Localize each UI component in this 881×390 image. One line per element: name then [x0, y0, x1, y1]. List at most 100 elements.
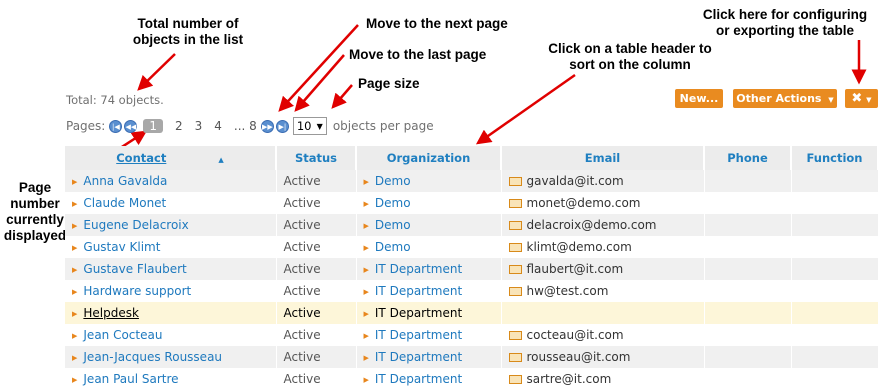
cell-email: flaubert@it.com: [501, 258, 705, 280]
email-value: rousseau@it.com: [526, 350, 631, 364]
cell-function: [791, 258, 879, 280]
cell-email: hw@test.com: [501, 280, 705, 302]
cell-function: [791, 236, 879, 258]
email-value: klimt@demo.com: [526, 240, 632, 254]
cell-function: [791, 192, 879, 214]
contact-link[interactable]: Gustav Klimt: [83, 240, 160, 254]
cell-function: [791, 214, 879, 236]
organization-link[interactable]: Demo: [375, 174, 411, 188]
bullet-icon: ▶: [72, 310, 78, 318]
organization-link[interactable]: IT Department: [375, 306, 462, 320]
cell-function: [791, 346, 879, 368]
cell-organization: ▶ Demo: [356, 170, 502, 192]
next-page-icon[interactable]: ▶▶: [260, 119, 274, 133]
annotation-config: Click here for configuring or exporting …: [702, 7, 868, 38]
organization-link[interactable]: IT Department: [375, 372, 462, 386]
cell-email: gavalda@it.com: [501, 170, 705, 192]
cell-organization: ▶ IT Department: [356, 368, 502, 390]
bullet-icon: ▶: [72, 266, 78, 274]
contact-link[interactable]: Gustave Flaubert: [83, 262, 186, 276]
contact-link[interactable]: Eugene Delacroix: [83, 218, 188, 232]
email-value: sartre@it.com: [526, 372, 612, 386]
contact-link[interactable]: Hardware support: [83, 284, 191, 298]
page-link-3[interactable]: 3: [195, 119, 203, 133]
contact-link[interactable]: Jean Paul Sartre: [83, 372, 178, 386]
organization-link[interactable]: IT Department: [375, 328, 462, 342]
table-row: ▶ Jean-Jacques Rousseau Active ▶ IT Departme…: [65, 346, 879, 368]
annotation-current-page: Page number currently displayed: [3, 180, 67, 243]
page-size-select[interactable]: 10 ▼: [292, 117, 327, 135]
annotation-last-page: Move to the last page: [349, 47, 487, 62]
cell-email: [501, 302, 705, 324]
column-header-phone[interactable]: Phone: [704, 146, 792, 170]
new-button[interactable]: New...: [675, 89, 723, 108]
cell-contact: ▶ Jean Paul Sartre: [65, 368, 277, 390]
email-icon: [508, 221, 522, 230]
other-actions-label: Other Actions: [736, 92, 822, 105]
bullet-icon: ▶: [363, 376, 369, 384]
bullet-icon: ▶: [72, 178, 78, 186]
email-value: gavalda@it.com: [526, 174, 624, 188]
table-row: ▶ Eugene Delacroix Active ▶ Demo delacroix@de…: [65, 214, 879, 236]
previous-page-icon[interactable]: ◀◀: [124, 119, 138, 133]
organization-link[interactable]: IT Department: [375, 262, 462, 276]
email-value: flaubert@it.com: [526, 262, 624, 276]
pages-label: Pages:: [66, 119, 106, 133]
email-icon: [508, 287, 522, 296]
column-header-organization[interactable]: Organization: [356, 146, 502, 170]
page-link-last[interactable]: ... 8: [234, 119, 257, 133]
page-size-value: 10: [296, 119, 312, 133]
page-link-2[interactable]: 2: [175, 119, 183, 133]
email-icon: [508, 199, 522, 208]
other-actions-button[interactable]: Other Actions ▼: [733, 89, 837, 108]
email-value: hw@test.com: [526, 284, 609, 298]
email-icon: [508, 265, 522, 274]
organization-link[interactable]: Demo: [375, 196, 411, 210]
column-header-function[interactable]: Function: [791, 146, 879, 170]
organization-link[interactable]: IT Department: [375, 284, 462, 298]
cell-contact: ▶ Anna Gavalda: [65, 170, 277, 192]
table-row: ▶ Gustav Klimt Active ▶ Demo klimt@demo.com: [65, 236, 879, 258]
bullet-icon: ▶: [363, 332, 369, 340]
contact-link[interactable]: Jean-Jacques Rousseau: [83, 350, 222, 364]
arrow-last-page: [294, 54, 345, 112]
total-objects-count: Total: 74 objects.: [66, 93, 164, 107]
contact-link[interactable]: Claude Monet: [83, 196, 166, 210]
pager: Pages: |◀ ◀◀ 1 2 3 4 ... 8 ▶▶ ▶| 10 ▼ ob…: [66, 117, 434, 135]
organization-link[interactable]: Demo: [375, 218, 411, 232]
column-header-status[interactable]: Status: [276, 146, 357, 170]
first-page-icon[interactable]: |◀: [109, 119, 123, 133]
bullet-icon: ▶: [363, 244, 369, 252]
page-size-suffix: objects per page: [332, 119, 434, 133]
cell-phone: [704, 280, 792, 302]
contacts-table: Contact ▲ Status Organization Email Phon…: [65, 146, 879, 390]
tools-icon: ✖: [851, 91, 863, 106]
cell-organization: ▶ IT Department: [356, 324, 502, 346]
cell-status: Active: [276, 170, 357, 192]
cell-function: [791, 324, 879, 346]
cell-organization: ▶ Demo: [356, 214, 502, 236]
annotation-page-size: Page size: [358, 76, 420, 91]
cell-phone: [704, 346, 792, 368]
bullet-icon: ▶: [363, 178, 369, 186]
cell-status: Active: [276, 346, 357, 368]
column-header-email[interactable]: Email: [501, 146, 705, 170]
table-header-row: Contact ▲ Status Organization Email Phon…: [65, 146, 879, 170]
contact-link[interactable]: Anna Gavalda: [83, 174, 167, 188]
cell-contact: ▶ Helpdesk: [65, 302, 277, 324]
column-header-contact[interactable]: Contact ▲: [65, 146, 277, 170]
configure-table-button[interactable]: ✖ ▼: [845, 89, 878, 108]
contact-link[interactable]: Jean Cocteau: [83, 328, 162, 342]
bullet-icon: ▶: [363, 354, 369, 362]
arrow-next-page: [278, 24, 359, 112]
cell-status: Active: [276, 368, 357, 390]
table-row: ▶ Helpdesk Active ▶ IT Department: [65, 302, 879, 324]
page-link-4[interactable]: 4: [214, 119, 222, 133]
organization-link[interactable]: IT Department: [375, 350, 462, 364]
last-page-icon[interactable]: ▶|: [275, 119, 289, 133]
cell-phone: [704, 214, 792, 236]
contact-link[interactable]: Helpdesk: [83, 306, 139, 320]
new-button-label: New...: [679, 92, 719, 105]
organization-link[interactable]: Demo: [375, 240, 411, 254]
cell-organization: ▶ Demo: [356, 192, 502, 214]
